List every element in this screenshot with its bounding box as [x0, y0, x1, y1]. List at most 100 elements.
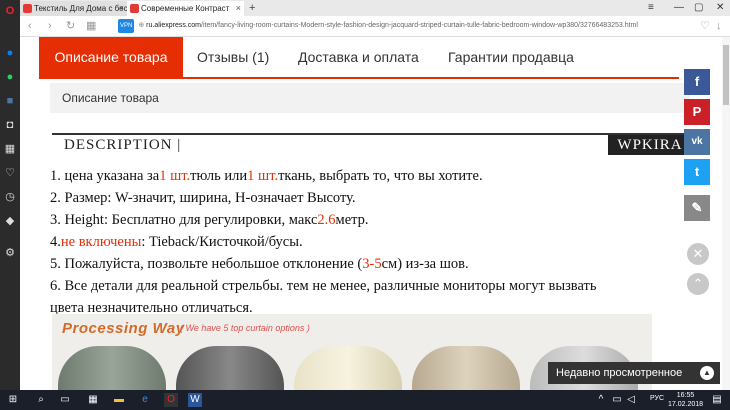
- vk-icon[interactable]: ■: [3, 94, 17, 108]
- notifications-icon[interactable]: ▤: [710, 393, 724, 407]
- text-highlight: 2.6: [317, 212, 336, 228]
- text-highlight: 1 шт.: [247, 168, 279, 184]
- globe-icon: ⊕: [138, 22, 147, 29]
- product-tabs: Описание товара Отзывы (1) Доставка и оп…: [39, 37, 679, 79]
- opera-logo-icon[interactable]: O: [3, 4, 17, 18]
- text: ткань, выбрать то, что вы хотите.: [278, 168, 483, 184]
- brand-label: WPKIRA: [608, 135, 692, 155]
- tab-description[interactable]: Описание товара: [39, 37, 183, 77]
- calculator-icon[interactable]: ▦: [86, 393, 100, 407]
- text: 1. цена указана за: [50, 168, 160, 184]
- clock[interactable]: 16:55 17.02.2018: [668, 391, 703, 409]
- curtain-image: [58, 346, 166, 394]
- text-highlight: не включены: [60, 234, 142, 250]
- speed-dial-icon[interactable]: ▦: [86, 18, 96, 34]
- opera-sidebar: O ● ● ■ ◘ ▦ ♡ ◷ ◆ ⚙: [0, 0, 20, 390]
- forward-icon[interactable]: ›: [48, 18, 52, 34]
- section-title: Описание товара: [50, 83, 690, 113]
- text: 5. Пожалуйста, позвольте небольшое откло…: [50, 256, 363, 272]
- tab-label: Современные Контраст: [141, 4, 230, 13]
- description-line-2: 2. Размер: W-значит, ширина, H-означает …: [50, 190, 356, 206]
- description-text: 1. цена указана за1 шт.тюль или1 шт.ткан…: [50, 165, 680, 319]
- description-banner: DESCRIPTION | WPKIRA: [52, 133, 692, 157]
- start-icon[interactable]: ⊞: [6, 393, 20, 407]
- edit-icon[interactable]: ✎: [684, 195, 710, 221]
- description-line-3: 3. Height: Бесплатно для регулировки, ма…: [50, 209, 680, 231]
- new-tab-button[interactable]: +: [249, 0, 255, 16]
- processing-title: Processing Way: [62, 320, 185, 337]
- tab-curtains[interactable]: Современные Контраст ×: [127, 1, 244, 16]
- back-icon[interactable]: ‹: [28, 18, 32, 34]
- text: см) из-за шов.: [381, 256, 469, 272]
- tray-chevron-icon[interactable]: ^: [594, 393, 608, 407]
- text-highlight: 1 шт.: [159, 168, 191, 184]
- vpn-badge[interactable]: VPN: [118, 19, 135, 33]
- tab-guarantee[interactable]: Гарантии продавца: [448, 37, 574, 77]
- scrollbar-thumb[interactable]: [723, 45, 729, 105]
- aliexpress-favicon-icon: [23, 4, 32, 13]
- messenger-icon[interactable]: ●: [3, 46, 17, 60]
- curtain-image: [412, 346, 520, 394]
- curtain-image: [294, 346, 402, 394]
- banner-title: DESCRIPTION |: [64, 137, 182, 153]
- camera-icon[interactable]: ◘: [3, 118, 17, 132]
- search-icon[interactable]: ⌕: [34, 393, 48, 407]
- settings-icon[interactable]: ⚙: [3, 246, 17, 260]
- tab-bar: Текстиль Для Дома с бес × Современные Ко…: [20, 0, 730, 16]
- extensions-icon[interactable]: ◆: [3, 214, 17, 228]
- text: тюль или: [190, 168, 248, 184]
- task-view-icon[interactable]: ▭: [58, 393, 72, 407]
- file-explorer-icon[interactable]: ▬: [112, 393, 126, 407]
- opera-icon[interactable]: O: [164, 393, 178, 407]
- word-icon[interactable]: W: [188, 393, 202, 407]
- text-highlight: 3-5: [362, 256, 382, 272]
- volume-icon[interactable]: ◁: [624, 393, 638, 407]
- network-icon[interactable]: ▭: [610, 393, 624, 407]
- reload-icon[interactable]: ↻: [66, 18, 75, 34]
- facebook-share-icon[interactable]: f: [684, 69, 710, 95]
- text: метр.: [335, 212, 369, 228]
- description-line-1: 1. цена указана за1 шт.тюль или1 шт.ткан…: [50, 165, 680, 187]
- description-line-4: 4.не включены: Tieback/Кисточкой/бусы.: [50, 231, 680, 253]
- url-domain: ru.aliexpress.com: [146, 22, 202, 29]
- heart-bookmark-icon[interactable]: ♡: [700, 18, 710, 34]
- whatsapp-icon[interactable]: ●: [3, 70, 17, 84]
- curtain-image: [176, 346, 284, 394]
- close-window-icon[interactable]: ✕: [716, 0, 724, 16]
- edge-icon[interactable]: e: [138, 393, 152, 407]
- address-bar: ‹ › ↻ ▦ VPN ⊕ ru.aliexpress.com/item/fanc…: [20, 16, 730, 37]
- close-icon[interactable]: ✕: [687, 243, 709, 265]
- date: 17.02.2018: [668, 401, 704, 408]
- history-icon[interactable]: ◷: [3, 190, 17, 204]
- maximize-icon[interactable]: ▢: [694, 0, 703, 16]
- time: 16:55: [676, 392, 695, 399]
- page-content: Описание товара Отзывы (1) Доставка и оп…: [20, 37, 730, 394]
- tab-textiles[interactable]: Текстиль Для Дома с бес ×: [20, 1, 127, 16]
- vk-share-icon[interactable]: vk: [684, 129, 710, 155]
- close-tab-icon[interactable]: ×: [236, 1, 241, 16]
- heart-icon[interactable]: ♡: [3, 166, 17, 180]
- grid-icon[interactable]: ▦: [3, 142, 17, 156]
- text: : Tieback/Кисточкой/бусы.: [141, 234, 303, 250]
- recently-viewed-label: Недавно просмотренное: [556, 367, 683, 379]
- download-icon[interactable]: ↓: [716, 18, 722, 34]
- url-path: /item/fancy-living-room-curtains-Modern-…: [201, 22, 638, 29]
- recently-viewed-bar[interactable]: Недавно просмотренное ▲: [548, 362, 720, 384]
- description-line-5: 5. Пожалуйста, позвольте небольшое откло…: [50, 253, 680, 275]
- text: 3. Height: Бесплатно для регулировки, ма…: [50, 212, 318, 228]
- minimize-icon[interactable]: —: [674, 0, 684, 16]
- tab-menu-icon[interactable]: ≡: [648, 0, 654, 16]
- processing-subtitle: ( We have 5 top curtain options ): [180, 323, 310, 333]
- description-line-6: 6. Все детали для реальной стрельбы. тем…: [50, 278, 597, 294]
- tab-shipping[interactable]: Доставка и оплата: [298, 37, 419, 77]
- url-input[interactable]: VPN ⊕ ru.aliexpress.com/item/fancy-living…: [118, 19, 718, 33]
- chevron-up-icon[interactable]: ▲: [700, 366, 714, 380]
- twitter-share-icon[interactable]: t: [684, 159, 710, 185]
- tab-label: Текстиль Для Дома с бес: [34, 4, 127, 13]
- close-tab-icon[interactable]: ×: [119, 1, 124, 16]
- pinterest-share-icon[interactable]: P: [684, 99, 710, 125]
- scroll-up-icon[interactable]: ⌃: [687, 273, 709, 295]
- tab-reviews[interactable]: Отзывы (1): [197, 37, 269, 77]
- language-indicator[interactable]: РУС: [650, 395, 664, 402]
- taskbar: ⊞ ⌕ ▭ ▦ ▬ e O W ^ ▭ ◁ РУС 16:55 17.02.201…: [0, 390, 730, 410]
